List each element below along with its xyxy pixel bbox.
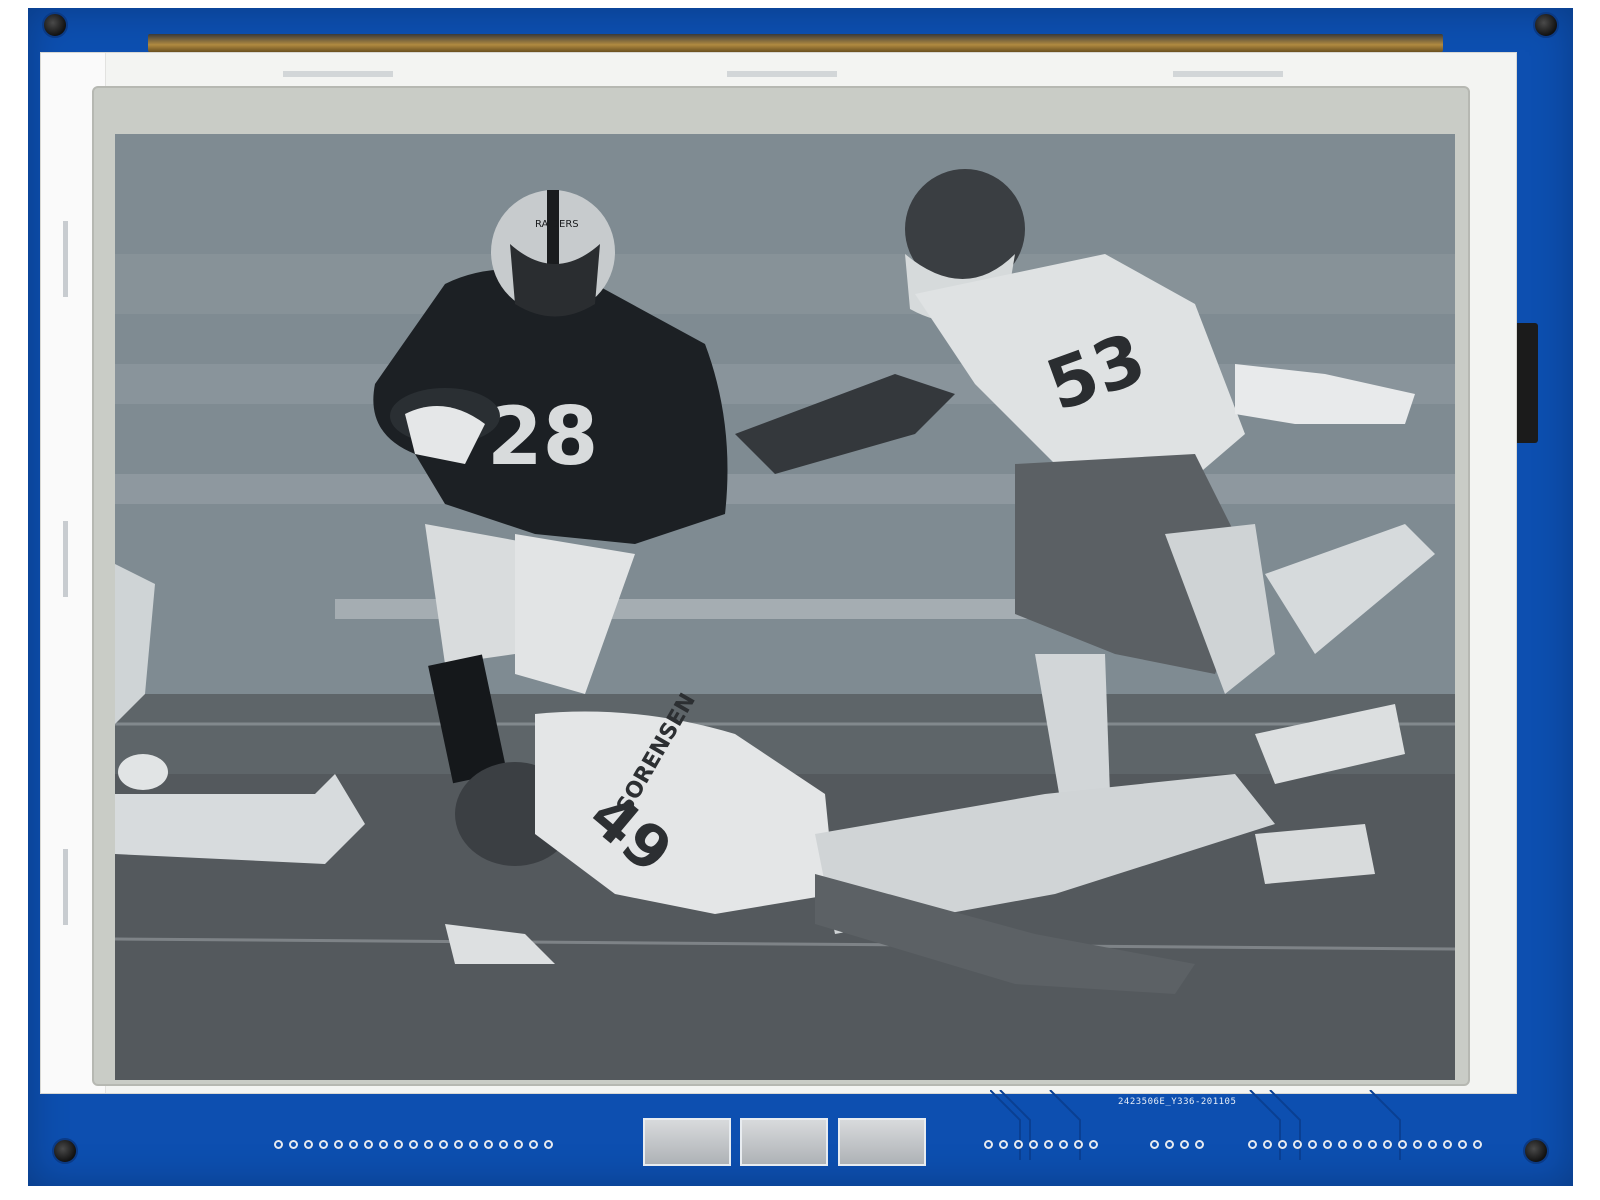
connector-pad bbox=[1248, 1140, 1257, 1149]
connector-pad bbox=[469, 1140, 478, 1149]
connector-pad bbox=[1195, 1140, 1204, 1149]
connector-pad bbox=[319, 1140, 328, 1149]
connector-pad bbox=[1383, 1140, 1392, 1149]
side-mark-1 bbox=[63, 221, 68, 297]
pad-row-right bbox=[1248, 1140, 1482, 1149]
side-mark-3 bbox=[63, 849, 68, 925]
connector-pad bbox=[274, 1140, 283, 1149]
connector-pad bbox=[529, 1140, 538, 1149]
connector-pad bbox=[349, 1140, 358, 1149]
pad-row-small bbox=[1150, 1140, 1204, 1149]
pad-row-middle bbox=[984, 1140, 1098, 1149]
connector-pad bbox=[424, 1140, 433, 1149]
connector-pad bbox=[484, 1140, 493, 1149]
test-pad-block-3 bbox=[838, 1118, 926, 1166]
connector-pad bbox=[364, 1140, 373, 1149]
pad-row-left bbox=[274, 1140, 553, 1149]
connector-pad bbox=[1150, 1140, 1159, 1149]
connector-pad bbox=[1413, 1140, 1422, 1149]
connector-pad bbox=[1089, 1140, 1098, 1149]
connector-pad bbox=[1263, 1140, 1272, 1149]
connector-pad bbox=[1293, 1140, 1302, 1149]
board-serial-label: 2423506E_Y336-201105 bbox=[1118, 1097, 1237, 1107]
test-pad-block-1 bbox=[643, 1118, 731, 1166]
connector-pad bbox=[1428, 1140, 1437, 1149]
tab-mark-center bbox=[727, 71, 837, 77]
connector-pad bbox=[1165, 1140, 1174, 1149]
connector-pad bbox=[334, 1140, 343, 1149]
connector-pad bbox=[439, 1140, 448, 1149]
connector-pad bbox=[1014, 1140, 1023, 1149]
connector-pad bbox=[499, 1140, 508, 1149]
connector-pad bbox=[289, 1140, 298, 1149]
screw-top-left bbox=[42, 12, 68, 38]
screw-bottom-left bbox=[52, 1138, 78, 1164]
connector-pad bbox=[454, 1140, 463, 1149]
connector-pad bbox=[1473, 1140, 1482, 1149]
side-mark-2 bbox=[63, 521, 68, 597]
connector-pad bbox=[1368, 1140, 1377, 1149]
connector-pad bbox=[409, 1140, 418, 1149]
connector-pad bbox=[1044, 1140, 1053, 1149]
connector-pad bbox=[999, 1140, 1008, 1149]
connector-pad bbox=[379, 1140, 388, 1149]
connector-pad bbox=[984, 1140, 993, 1149]
flex-cable-strip bbox=[148, 34, 1443, 52]
test-pad-block-2 bbox=[740, 1118, 828, 1166]
tab-mark-left bbox=[283, 71, 393, 77]
connector-pad bbox=[544, 1140, 553, 1149]
connector-pad bbox=[1278, 1140, 1287, 1149]
football-photo: 28 RAIDERS 53 49 SORENSEN bbox=[115, 134, 1455, 1080]
connector-pad bbox=[304, 1140, 313, 1149]
screw-top-right bbox=[1533, 12, 1559, 38]
connector-pad bbox=[1074, 1140, 1083, 1149]
connector-pad bbox=[394, 1140, 403, 1149]
connector-pad bbox=[1353, 1140, 1362, 1149]
tab-mark-right bbox=[1173, 71, 1283, 77]
connector-pad bbox=[1458, 1140, 1467, 1149]
eink-display: 28 RAIDERS 53 49 SORENSEN bbox=[115, 134, 1455, 1080]
screw-bottom-right bbox=[1523, 1138, 1549, 1164]
connector-pad bbox=[1443, 1140, 1452, 1149]
runner-jersey-number: 28 bbox=[487, 390, 598, 483]
connector-pad bbox=[1338, 1140, 1347, 1149]
connector-pad bbox=[1323, 1140, 1332, 1149]
connector-pad bbox=[1308, 1140, 1317, 1149]
connector-pad bbox=[1029, 1140, 1038, 1149]
connector-pad bbox=[1398, 1140, 1407, 1149]
connector-pad bbox=[1180, 1140, 1189, 1149]
connector-pad bbox=[1059, 1140, 1068, 1149]
helmet-text: RAIDERS bbox=[535, 219, 579, 230]
connector-pad bbox=[514, 1140, 523, 1149]
